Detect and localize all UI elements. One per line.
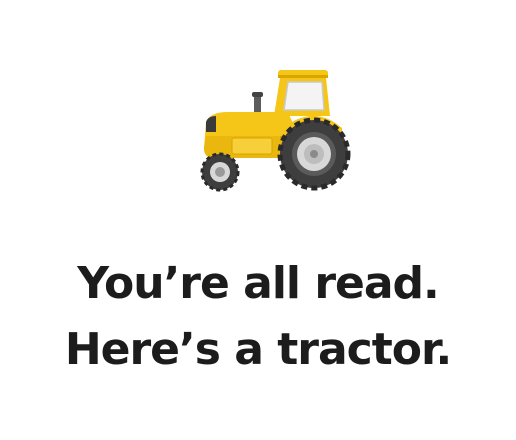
tractor-icon	[200, 70, 351, 192]
empty-state-title: You’re all read.	[77, 258, 440, 309]
empty-state-subtitle: Here’s a tractor.	[64, 324, 452, 375]
empty-state: You’re all read. Here’s a tractor.	[0, 0, 516, 440]
